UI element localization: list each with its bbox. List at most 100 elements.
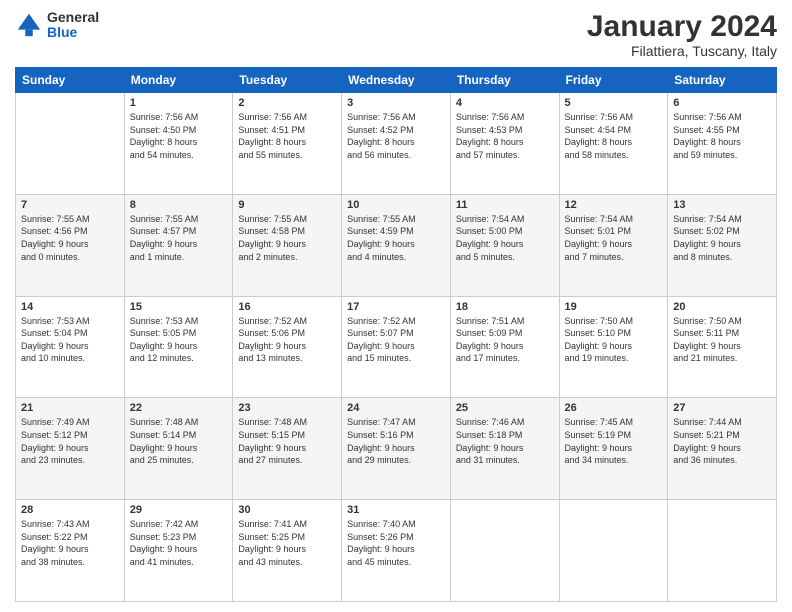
day-number: 22 bbox=[130, 402, 228, 414]
day-number: 8 bbox=[130, 199, 228, 211]
calendar-cell: 1 Sunrise: 7:56 AM Sunset: 4:50 PM Daylig… bbox=[124, 93, 233, 195]
day-number: 12 bbox=[565, 199, 663, 211]
day-number: 29 bbox=[130, 504, 228, 516]
day-info: Sunrise: 7:55 AM Sunset: 4:58 PM Dayligh… bbox=[238, 213, 336, 263]
calendar-cell: 25 Sunrise: 7:46 AM Sunset: 5:18 PM Dayli… bbox=[450, 398, 559, 500]
calendar-cell: 17Sunrise: 7:52 AM Sunset: 5:07 PM Dayli… bbox=[342, 296, 451, 398]
day-info: Sunrise: 7:47 AM Sunset: 5:16 PM Dayligh… bbox=[347, 416, 445, 466]
day-info: Sunrise: 7:45 AM Sunset: 5:19 PM Dayligh… bbox=[565, 416, 663, 466]
col-header-sunday: Sunday bbox=[16, 68, 125, 93]
day-number: 27 bbox=[673, 402, 771, 414]
calendar-cell: 24 Sunrise: 7:47 AM Sunset: 5:16 PM Dayli… bbox=[342, 398, 451, 500]
day-info: Sunrise: 7:56 AM Sunset: 4:53 PM Dayligh… bbox=[456, 111, 554, 161]
day-number: 28 bbox=[21, 504, 119, 516]
day-info: Sunrise: 7:40 AM Sunset: 5:26 PM Dayligh… bbox=[347, 518, 445, 568]
title-block: January 2024 Filattiera, Tuscany, Italy bbox=[587, 10, 777, 59]
calendar-cell bbox=[668, 500, 777, 602]
day-number: 7 bbox=[21, 199, 119, 211]
day-info: Sunrise: 7:44 AM Sunset: 5:21 PM Dayligh… bbox=[673, 416, 771, 466]
day-number: 2 bbox=[238, 97, 336, 109]
day-number: 3 bbox=[347, 97, 445, 109]
day-info: Sunrise: 7:51 AM Sunset: 5:09 PM Dayligh… bbox=[456, 315, 554, 365]
day-info: Sunrise: 7:43 AM Sunset: 5:22 PM Dayligh… bbox=[21, 518, 119, 568]
calendar-cell: 26 Sunrise: 7:45 AM Sunset: 5:19 PM Dayli… bbox=[559, 398, 668, 500]
day-info: Sunrise: 7:55 AM Sunset: 4:59 PM Dayligh… bbox=[347, 213, 445, 263]
calendar-cell: 11 Sunrise: 7:54 AM Sunset: 5:00 PM Dayli… bbox=[450, 194, 559, 296]
calendar-cell: 13 Sunrise: 7:54 AM Sunset: 5:02 PM Dayli… bbox=[668, 194, 777, 296]
col-header-thursday: Thursday bbox=[450, 68, 559, 93]
day-number: 14 bbox=[21, 301, 119, 313]
calendar-cell: 2 Sunrise: 7:56 AM Sunset: 4:51 PM Daylig… bbox=[233, 93, 342, 195]
calendar-cell: 23 Sunrise: 7:48 AM Sunset: 5:15 PM Dayli… bbox=[233, 398, 342, 500]
calendar-cell bbox=[450, 500, 559, 602]
day-number: 23 bbox=[238, 402, 336, 414]
day-number: 31 bbox=[347, 504, 445, 516]
day-info: Sunrise: 7:54 AM Sunset: 5:00 PM Dayligh… bbox=[456, 213, 554, 263]
calendar-cell: 7 Sunrise: 7:55 AM Sunset: 4:56 PM Daylig… bbox=[16, 194, 125, 296]
day-number: 19 bbox=[565, 301, 663, 313]
day-number: 17 bbox=[347, 301, 445, 313]
day-info: Sunrise: 7:55 AM Sunset: 4:56 PM Dayligh… bbox=[21, 213, 119, 263]
day-number: 4 bbox=[456, 97, 554, 109]
day-info: Sunrise: 7:54 AM Sunset: 5:02 PM Dayligh… bbox=[673, 213, 771, 263]
day-number: 13 bbox=[673, 199, 771, 211]
day-info: Sunrise: 7:41 AM Sunset: 5:25 PM Dayligh… bbox=[238, 518, 336, 568]
calendar-cell: 8 Sunrise: 7:55 AM Sunset: 4:57 PM Daylig… bbox=[124, 194, 233, 296]
day-info: Sunrise: 7:48 AM Sunset: 5:15 PM Dayligh… bbox=[238, 416, 336, 466]
day-number: 11 bbox=[456, 199, 554, 211]
day-info: Sunrise: 7:50 AM Sunset: 5:11 PM Dayligh… bbox=[673, 315, 771, 365]
calendar-table: SundayMondayTuesdayWednesdayThursdayFrid… bbox=[15, 67, 777, 602]
calendar-cell: 5 Sunrise: 7:56 AM Sunset: 4:54 PM Daylig… bbox=[559, 93, 668, 195]
day-number: 6 bbox=[673, 97, 771, 109]
calendar-subtitle: Filattiera, Tuscany, Italy bbox=[587, 43, 777, 59]
calendar-cell: 29 Sunrise: 7:42 AM Sunset: 5:23 PM Dayli… bbox=[124, 500, 233, 602]
col-header-wednesday: Wednesday bbox=[342, 68, 451, 93]
calendar-cell: 20 Sunrise: 7:50 AM Sunset: 5:11 PM Dayli… bbox=[668, 296, 777, 398]
col-header-monday: Monday bbox=[124, 68, 233, 93]
calendar-cell: 18 Sunrise: 7:51 AM Sunset: 5:09 PM Dayli… bbox=[450, 296, 559, 398]
logo-icon bbox=[15, 11, 43, 39]
calendar-cell: 9Sunrise: 7:55 AM Sunset: 4:58 PM Daylig… bbox=[233, 194, 342, 296]
calendar-cell: 15 Sunrise: 7:53 AM Sunset: 5:05 PM Dayli… bbox=[124, 296, 233, 398]
calendar-cell bbox=[559, 500, 668, 602]
day-info: Sunrise: 7:56 AM Sunset: 4:51 PM Dayligh… bbox=[238, 111, 336, 161]
calendar-cell: 27 Sunrise: 7:44 AM Sunset: 5:21 PM Dayli… bbox=[668, 398, 777, 500]
col-header-tuesday: Tuesday bbox=[233, 68, 342, 93]
day-info: Sunrise: 7:55 AM Sunset: 4:57 PM Dayligh… bbox=[130, 213, 228, 263]
day-info: Sunrise: 7:53 AM Sunset: 5:05 PM Dayligh… bbox=[130, 315, 228, 365]
day-number: 30 bbox=[238, 504, 336, 516]
calendar-cell: 10Sunrise: 7:55 AM Sunset: 4:59 PM Dayli… bbox=[342, 194, 451, 296]
day-info: Sunrise: 7:49 AM Sunset: 5:12 PM Dayligh… bbox=[21, 416, 119, 466]
day-number: 20 bbox=[673, 301, 771, 313]
day-number: 24 bbox=[347, 402, 445, 414]
day-number: 5 bbox=[565, 97, 663, 109]
day-number: 1 bbox=[130, 97, 228, 109]
calendar-cell: 6 Sunrise: 7:56 AM Sunset: 4:55 PM Daylig… bbox=[668, 93, 777, 195]
calendar-cell: 30 Sunrise: 7:41 AM Sunset: 5:25 PM Dayli… bbox=[233, 500, 342, 602]
calendar-cell: 31 Sunrise: 7:40 AM Sunset: 5:26 PM Dayli… bbox=[342, 500, 451, 602]
calendar-cell: 21Sunrise: 7:49 AM Sunset: 5:12 PM Dayli… bbox=[16, 398, 125, 500]
calendar-cell: 22 Sunrise: 7:48 AM Sunset: 5:14 PM Dayli… bbox=[124, 398, 233, 500]
day-info: Sunrise: 7:52 AM Sunset: 5:06 PM Dayligh… bbox=[238, 315, 336, 365]
calendar-cell: 4 Sunrise: 7:56 AM Sunset: 4:53 PM Daylig… bbox=[450, 93, 559, 195]
logo: General Blue bbox=[15, 10, 99, 41]
day-info: Sunrise: 7:50 AM Sunset: 5:10 PM Dayligh… bbox=[565, 315, 663, 365]
day-info: Sunrise: 7:56 AM Sunset: 4:50 PM Dayligh… bbox=[130, 111, 228, 161]
calendar-cell: 16Sunrise: 7:52 AM Sunset: 5:06 PM Dayli… bbox=[233, 296, 342, 398]
calendar-cell: 19 Sunrise: 7:50 AM Sunset: 5:10 PM Dayli… bbox=[559, 296, 668, 398]
day-info: Sunrise: 7:56 AM Sunset: 4:54 PM Dayligh… bbox=[565, 111, 663, 161]
day-info: Sunrise: 7:53 AM Sunset: 5:04 PM Dayligh… bbox=[21, 315, 119, 365]
calendar-cell: 3 Sunrise: 7:56 AM Sunset: 4:52 PM Daylig… bbox=[342, 93, 451, 195]
day-number: 18 bbox=[456, 301, 554, 313]
logo-blue-text: Blue bbox=[47, 25, 99, 40]
day-info: Sunrise: 7:56 AM Sunset: 4:52 PM Dayligh… bbox=[347, 111, 445, 161]
day-info: Sunrise: 7:48 AM Sunset: 5:14 PM Dayligh… bbox=[130, 416, 228, 466]
day-info: Sunrise: 7:46 AM Sunset: 5:18 PM Dayligh… bbox=[456, 416, 554, 466]
day-number: 25 bbox=[456, 402, 554, 414]
day-number: 15 bbox=[130, 301, 228, 313]
day-number: 26 bbox=[565, 402, 663, 414]
day-info: Sunrise: 7:56 AM Sunset: 4:55 PM Dayligh… bbox=[673, 111, 771, 161]
day-info: Sunrise: 7:42 AM Sunset: 5:23 PM Dayligh… bbox=[130, 518, 228, 568]
calendar-cell bbox=[16, 93, 125, 195]
calendar-title: January 2024 bbox=[587, 10, 777, 43]
